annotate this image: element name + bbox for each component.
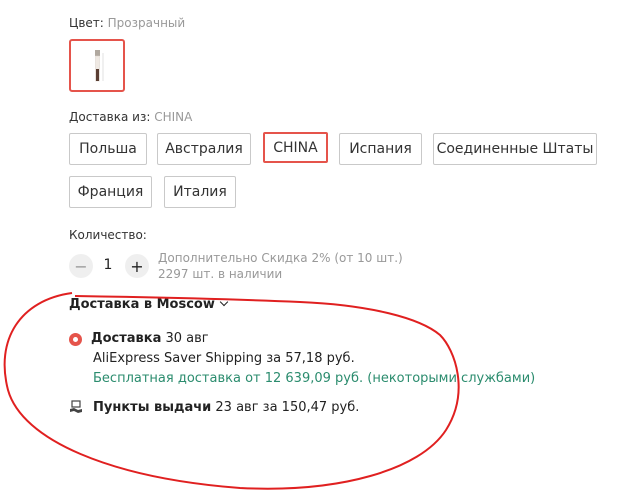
ship-from-value: CHINA: [154, 110, 193, 124]
delivery-radio-selected[interactable]: [69, 333, 82, 346]
delivery-destination-text: Доставка в Moscow: [69, 297, 215, 312]
stock-note: 2297 шт. в наличии: [158, 267, 283, 281]
ship-from-option-china[interactable]: CHINA: [263, 132, 328, 163]
pickup-delivery-line: Пункты выдачи 23 авг за 150,47 руб.: [93, 400, 359, 415]
color-swatch-transparent[interactable]: [69, 39, 125, 92]
ship-from-label-text: Доставка из:: [69, 110, 151, 124]
ship-from-option-usa[interactable]: Соединенные Штаты: [433, 133, 597, 165]
quantity-increase-button[interactable]: +: [125, 254, 149, 278]
quantity-decrease-button[interactable]: −: [69, 254, 93, 278]
ship-from-option-italy[interactable]: Италия: [164, 176, 236, 208]
color-value: Прозрачный: [107, 16, 186, 30]
color-label-text: Цвет:: [69, 16, 104, 30]
product-thumbnail-icon: [95, 50, 104, 82]
courier-delivery-date: 30 авг: [165, 331, 209, 346]
discount-note: Дополнительно Скидка 2% (от 10 шт.): [158, 251, 403, 265]
ship-from-option-spain[interactable]: Испания: [339, 133, 422, 165]
ship-from-label: Доставка из: CHINA: [69, 110, 192, 124]
courier-delivery-method: AliExpress Saver Shipping за 57,18 руб.: [93, 351, 355, 366]
pickup-delivery-title: Пункты выдачи: [93, 400, 212, 415]
quantity-value[interactable]: 1: [100, 257, 116, 273]
courier-delivery-line: Доставка 30 авг: [91, 331, 209, 346]
free-delivery-note: Бесплатная доставка от 12 639,09 руб. (н…: [93, 371, 536, 386]
delivery-destination-toggle[interactable]: Доставка в Moscow: [69, 297, 229, 312]
ship-from-option-france[interactable]: Франция: [69, 176, 152, 208]
color-label: Цвет: Прозрачный: [69, 16, 185, 30]
ship-from-option-australia[interactable]: Австралия: [157, 133, 251, 165]
ship-from-option-poland[interactable]: Польша: [69, 133, 147, 165]
pickup-delivery-details: 23 авг за 150,47 руб.: [215, 400, 360, 415]
courier-delivery-title: Доставка: [91, 331, 162, 346]
quantity-label: Количество:: [69, 228, 147, 242]
chevron-down-icon: [219, 297, 229, 307]
pickup-point-icon: [70, 400, 82, 413]
